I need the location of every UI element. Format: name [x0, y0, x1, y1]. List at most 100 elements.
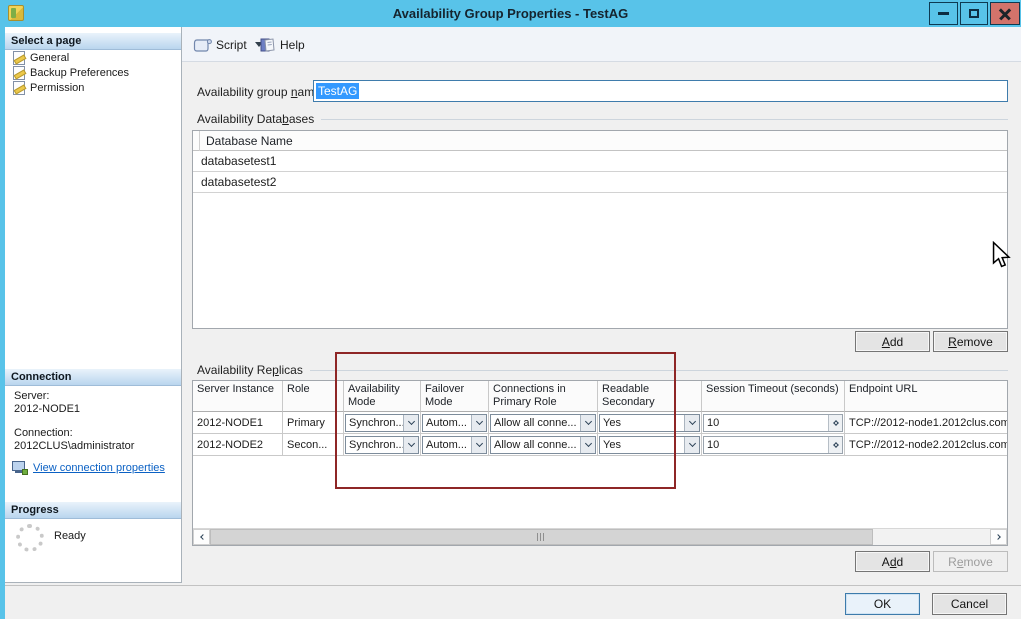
chevron-right-icon — [995, 534, 1001, 540]
readable-secondary-cell: Yes — [598, 434, 702, 455]
sidebar-item-general[interactable]: General — [5, 50, 181, 65]
sidebar-item-label: Permission — [30, 82, 84, 94]
availability-mode-select[interactable]: Synchron... — [345, 414, 419, 432]
sidebar-item-backup-preferences[interactable]: Backup Preferences — [5, 65, 181, 80]
add-replica-button[interactable]: Add — [855, 551, 930, 572]
chevron-down-icon[interactable] — [471, 437, 486, 453]
scrollbar-thumb[interactable] — [210, 529, 873, 545]
minimize-button[interactable] — [929, 2, 958, 25]
connections-in-primary-role-select[interactable]: Allow all conne... — [490, 436, 596, 454]
spinner-up-down-icon[interactable] — [828, 437, 842, 453]
session-timeout-cell: 10 — [702, 412, 845, 433]
progress-header: Progress — [5, 502, 181, 519]
table-row[interactable]: 2012-NODE2 Secon... Synchron... Autom...… — [193, 434, 1007, 456]
ok-button[interactable]: OK — [845, 593, 920, 615]
table-row[interactable]: 2012-NODE1 Primary Synchron... Autom... … — [193, 412, 1007, 434]
chevron-left-icon — [200, 534, 206, 540]
availability-mode-cell: Synchron... — [344, 434, 421, 455]
chevron-down-icon[interactable] — [403, 415, 418, 431]
server-instance-cell: 2012-NODE1 — [193, 412, 283, 433]
sidebar-item-permission[interactable]: Permission — [5, 80, 181, 95]
connections-in-primary-role-select[interactable]: Allow all conne... — [490, 414, 596, 432]
server-value: 2012-NODE1 — [14, 403, 80, 415]
chevron-down-icon[interactable] — [684, 415, 699, 431]
availability-replicas-group-label: Availability Replicas — [197, 363, 1008, 377]
grip-icon — [537, 533, 546, 541]
sidebar-item-label: Backup Preferences — [30, 67, 129, 79]
scroll-left-button[interactable] — [193, 529, 210, 545]
column-header: Connections in Primary Role — [489, 381, 598, 412]
connection-value: 2012CLUS\administrator — [14, 440, 134, 452]
progress-spinner-icon — [16, 524, 44, 552]
script-label: Script — [216, 38, 247, 52]
page-icon — [13, 81, 25, 95]
endpoint-url-cell: TCP://2012-node1.2012clus.com — [845, 412, 1007, 433]
table-row[interactable]: databasetest2 — [193, 172, 1007, 193]
chevron-down-icon[interactable] — [684, 437, 699, 453]
column-header: Readable Secondary — [598, 381, 702, 412]
session-timeout-spinner[interactable]: 10 — [703, 414, 843, 432]
view-connection-properties-link[interactable]: View connection properties — [12, 461, 165, 475]
column-header: Session Timeout (seconds) — [702, 381, 845, 412]
column-header: Availability Mode — [344, 381, 421, 412]
column-header: Endpoint URL — [845, 381, 1007, 412]
link-label: View connection properties — [33, 462, 165, 474]
window-title: Availability Group Properties - TestAG — [0, 0, 1021, 27]
help-icon — [259, 37, 276, 53]
failover-mode-cell: Autom... — [421, 412, 489, 433]
script-icon — [193, 37, 212, 53]
readable-secondary-cell: Yes — [598, 412, 702, 433]
help-label: Help — [280, 38, 305, 52]
connection-properties-icon — [12, 461, 28, 475]
maximize-icon — [969, 9, 979, 18]
add-database-button[interactable]: Add — [855, 331, 930, 352]
horizontal-scrollbar[interactable] — [193, 528, 1007, 545]
replicas-header-row: Server Instance Role Availability Mode F… — [193, 381, 1007, 412]
remove-replica-button[interactable]: Remove — [933, 551, 1008, 572]
server-label: Server: — [14, 390, 49, 402]
cancel-button[interactable]: Cancel — [932, 593, 1007, 615]
column-header: Failover Mode — [421, 381, 489, 412]
sidebar — [5, 27, 182, 583]
column-header: Server Instance — [193, 381, 283, 412]
help-button[interactable]: Help — [256, 34, 308, 55]
availability-mode-cell: Synchron... — [344, 412, 421, 433]
session-timeout-spinner[interactable]: 10 — [703, 436, 843, 454]
scroll-right-button[interactable] — [990, 529, 1007, 545]
toolbar — [182, 27, 1021, 62]
availability-group-name-label: Availability group name: — [197, 85, 324, 99]
endpoint-url-cell: TCP://2012-node2.2012clus.com — [845, 434, 1007, 455]
readable-secondary-select[interactable]: Yes — [599, 436, 700, 454]
failover-mode-select[interactable]: Autom... — [422, 436, 487, 454]
readable-secondary-select[interactable]: Yes — [599, 414, 700, 432]
chevron-down-icon[interactable] — [580, 415, 595, 431]
page-icon — [13, 51, 25, 65]
session-timeout-cell: 10 — [702, 434, 845, 455]
maximize-button[interactable] — [960, 2, 988, 25]
chevron-down-icon[interactable] — [403, 437, 418, 453]
table-row[interactable]: databasetest1 — [193, 151, 1007, 172]
connections-cell: Allow all conne... — [489, 412, 598, 433]
sidebar-item-label: General — [30, 52, 69, 64]
role-cell: Secon... — [283, 434, 344, 455]
availability-databases-grid: Database Name databasetest1 databasetest… — [192, 130, 1008, 329]
availability-replicas-grid: Server Instance Role Availability Mode F… — [192, 380, 1008, 546]
close-icon — [998, 7, 1012, 21]
footer-divider — [5, 585, 1021, 586]
selected-text: TestAG — [316, 83, 359, 99]
minimize-icon — [938, 12, 949, 15]
availability-mode-select[interactable]: Synchron... — [345, 436, 419, 454]
chevron-down-icon[interactable] — [580, 437, 595, 453]
role-cell: Primary — [283, 412, 344, 433]
close-button[interactable] — [990, 2, 1020, 25]
remove-database-button[interactable]: Remove — [933, 331, 1008, 352]
failover-mode-select[interactable]: Autom... — [422, 414, 487, 432]
spinner-up-down-icon[interactable] — [828, 415, 842, 431]
chevron-down-icon[interactable] — [471, 415, 486, 431]
script-button[interactable]: Script — [190, 34, 266, 55]
page-icon — [13, 66, 25, 80]
scrollbar-track[interactable] — [873, 529, 990, 545]
group-divider — [321, 119, 1008, 120]
availability-group-name-input[interactable]: TestAG — [313, 80, 1008, 102]
group-divider — [310, 370, 1008, 371]
